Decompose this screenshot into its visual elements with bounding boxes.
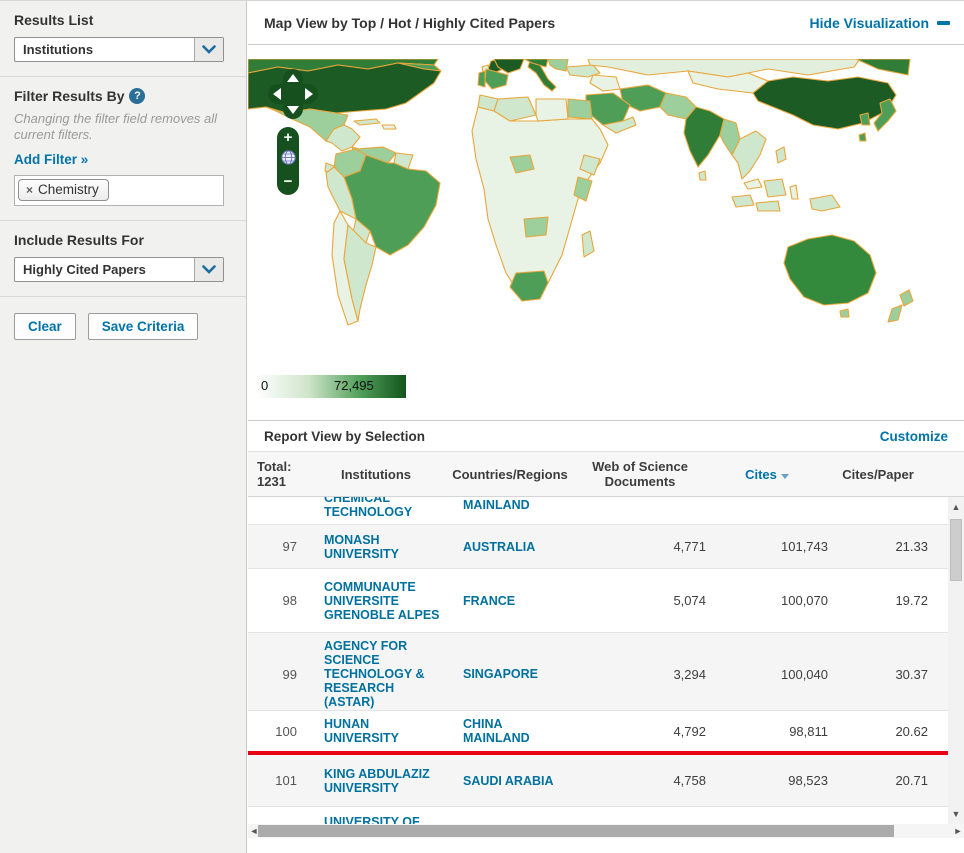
results-list-selected-value: Institutions — [15, 42, 194, 57]
scroll-up-arrow-icon[interactable]: ▲ — [948, 499, 964, 515]
institution-link[interactable]: HUNAN UNIVERSITY — [324, 717, 440, 745]
country-label: AUSTRALIA — [463, 540, 565, 554]
institution-link[interactable]: COMMUNAUTE UNIVERSITE GRENOBLE ALPES — [324, 580, 440, 622]
vertical-scroll-thumb[interactable] — [950, 519, 962, 581]
table-row-highlighted[interactable]: 100 HUNAN UNIVERSITY CHINA MAINLAND 4,79… — [248, 711, 948, 755]
sidebar-buttons: Clear Save Criteria — [0, 297, 246, 356]
pan-right-icon[interactable] — [305, 88, 313, 100]
table-row[interactable]: 99 AGENCY FOR SCIENCE TECHNOLOGY & RESEA… — [248, 633, 948, 711]
table-row[interactable]: CHEMICAL TECHNOLOGY MAINLAND — [248, 497, 948, 525]
results-list-select[interactable]: Institutions — [14, 37, 224, 62]
include-results-select[interactable]: Highly Cited Papers — [14, 257, 224, 282]
country-label: SINGAPORE — [463, 667, 565, 681]
total-count: Total: 1231 — [248, 459, 306, 489]
horizontal-scroll-thumb[interactable] — [258, 825, 894, 837]
table-row[interactable]: 101 KING ABDULAZIZ UNIVERSITY SAUDI ARAB… — [248, 755, 948, 807]
chevron-down-icon — [194, 258, 223, 281]
esi-page: Results List Institutions Filter Results… — [0, 0, 964, 853]
pan-up-icon[interactable] — [287, 74, 299, 82]
table-scroll-viewport: CHEMICAL TECHNOLOGY MAINLAND 97 MONASH U… — [248, 497, 964, 838]
filter-note: Changing the filter field removes all cu… — [14, 111, 224, 143]
report-header: Report View by Selection Customize — [248, 420, 964, 451]
filter-chip-label: Chemistry — [38, 182, 99, 197]
filter-section: Filter Results By? Changing the filter f… — [0, 77, 246, 221]
help-icon[interactable]: ? — [129, 88, 145, 104]
zoom-out-button[interactable]: − — [284, 175, 293, 189]
clear-button[interactable]: Clear — [14, 313, 76, 340]
column-header-institutions: Institutions — [306, 467, 446, 482]
world-map-choropleth[interactable]: + − 0 72,495 — [248, 45, 964, 420]
results-list-heading: Results List — [14, 12, 232, 28]
results-list-section: Results List Institutions — [0, 1, 246, 77]
include-results-heading: Include Results For — [14, 232, 232, 248]
institution-link[interactable]: KING ABDULAZIZ UNIVERSITY — [324, 767, 440, 795]
table-rows: CHEMICAL TECHNOLOGY MAINLAND 97 MONASH U… — [248, 497, 948, 824]
country-label: FRANCE — [463, 594, 565, 608]
table-row[interactable]: 97 MONASH UNIVERSITY AUSTRALIA 4,771 101… — [248, 525, 948, 569]
save-criteria-button[interactable]: Save Criteria — [88, 313, 199, 340]
vertical-scrollbar[interactable]: ▲ ▼ — [948, 497, 964, 824]
country-label: SAUDI ARABIA — [463, 774, 565, 788]
main-panel: Map View by Top / Hot / Highly Cited Pap… — [248, 1, 964, 853]
pan-left-icon[interactable] — [273, 88, 281, 100]
chevron-down-icon — [194, 38, 223, 61]
column-header-documents: Web of Science Documents — [574, 459, 706, 489]
hide-visualization-link[interactable]: Hide Visualization — [809, 15, 950, 31]
map-pan-control[interactable] — [268, 69, 318, 119]
customize-link[interactable]: Customize — [880, 429, 948, 444]
table-header-row: Total: 1231 Institutions Countries/Regio… — [248, 451, 964, 497]
report-view-title: Report View by Selection — [264, 429, 425, 444]
sort-caret-icon — [781, 474, 789, 479]
pan-down-icon[interactable] — [287, 106, 299, 114]
include-results-selected-value: Highly Cited Papers — [15, 262, 194, 277]
scroll-right-arrow-icon[interactable]: ► — [952, 824, 964, 838]
country-label: MAINLAND — [463, 498, 565, 512]
column-header-cites-sort[interactable]: Cites — [706, 467, 828, 482]
remove-filter-icon[interactable]: × — [26, 183, 33, 197]
column-header-cites-per-paper: Cites/Paper — [828, 467, 928, 482]
world-map-svg — [248, 59, 948, 389]
institution-link[interactable]: UNIVERSITY OF MANCHESTER — [324, 815, 440, 825]
institution-link[interactable]: CHEMICAL TECHNOLOGY — [324, 497, 440, 519]
filter-chip-chemistry[interactable]: × Chemistry — [18, 179, 109, 201]
legend-min-value: 0 — [261, 378, 268, 393]
sidebar: Results List Institutions Filter Results… — [0, 1, 247, 853]
collapse-minus-icon — [937, 21, 950, 25]
globe-icon[interactable] — [281, 150, 296, 170]
map-zoom-control[interactable]: + − — [277, 127, 299, 195]
include-results-section: Include Results For Highly Cited Papers — [0, 221, 246, 297]
column-header-countries: Countries/Regions — [446, 467, 574, 482]
scroll-down-arrow-icon[interactable]: ▼ — [948, 806, 964, 822]
institution-link[interactable]: MONASH UNIVERSITY — [324, 533, 440, 561]
add-filter-link[interactable]: Add Filter » — [14, 152, 88, 167]
zoom-in-button[interactable]: + — [284, 131, 293, 145]
map-color-legend: 0 72,495 — [256, 375, 406, 398]
map-view-title: Map View by Top / Hot / Highly Cited Pap… — [264, 15, 555, 31]
active-filters-box: × Chemistry — [14, 175, 224, 206]
filter-heading: Filter Results By? — [14, 88, 232, 104]
table-row[interactable]: 102 UNIVERSITY OF MANCHESTER ENGLAND 4,7… — [248, 807, 948, 824]
country-label: CHINA MAINLAND — [463, 717, 565, 745]
map-header: Map View by Top / Hot / Highly Cited Pap… — [248, 1, 964, 45]
horizontal-scrollbar[interactable]: ◄ ► — [248, 824, 964, 838]
legend-max-value: 72,495 — [334, 378, 374, 393]
institution-link[interactable]: AGENCY FOR SCIENCE TECHNOLOGY & RESEARCH… — [324, 639, 440, 709]
table-row[interactable]: 98 COMMUNAUTE UNIVERSITE GRENOBLE ALPES … — [248, 569, 948, 633]
